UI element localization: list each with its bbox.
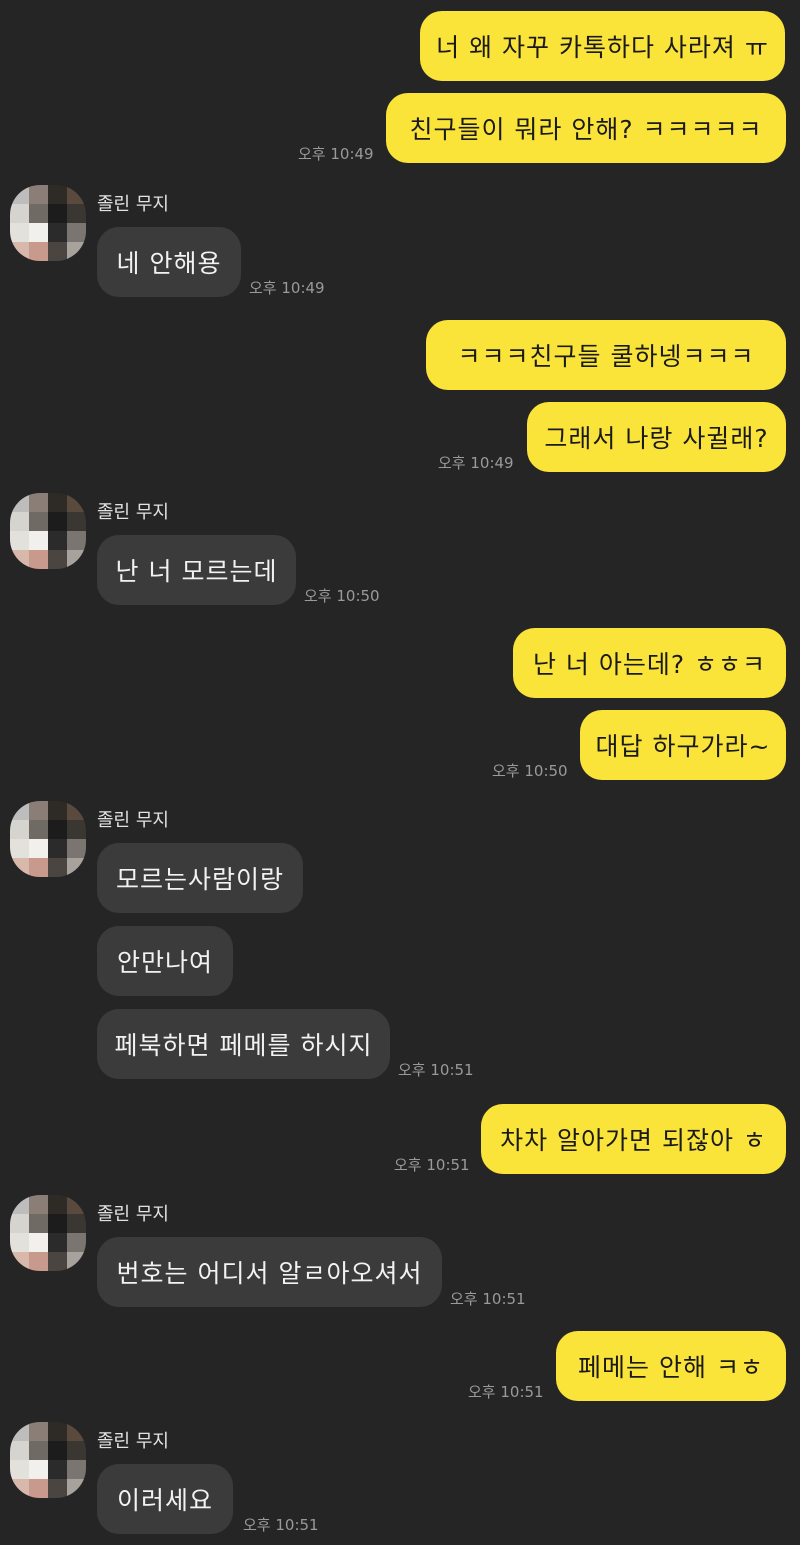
message-time: 오후 10:51 <box>394 1156 470 1174</box>
message-time: 오후 10:49 <box>298 145 374 163</box>
incoming-message: 네 안해용 <box>97 227 241 297</box>
avatar[interactable] <box>10 185 86 261</box>
message-time: 오후 10:51 <box>398 1061 474 1079</box>
incoming-message: 번호는 어디서 알ㄹ아오셔서 <box>97 1237 442 1307</box>
outgoing-message: ㅋㅋㅋ친구들 쿨하넹ㅋㅋㅋ <box>426 320 786 390</box>
outgoing-message: 그래서 나랑 사귈래? <box>527 402 786 472</box>
outgoing-message: 차차 알아가면 되잖아 ㅎ <box>481 1104 786 1174</box>
avatar[interactable] <box>10 1195 86 1271</box>
incoming-message: 이러세요 <box>97 1464 233 1534</box>
sender-name: 졸린 무지 <box>97 502 169 523</box>
sender-name: 졸린 무지 <box>97 1431 169 1452</box>
message-time: 오후 10:51 <box>468 1383 544 1401</box>
message-time: 오후 10:51 <box>243 1516 319 1534</box>
message-time: 오후 10:49 <box>438 454 514 472</box>
outgoing-message: 대답 하구가라~ <box>580 710 786 780</box>
message-time: 오후 10:50 <box>304 587 380 605</box>
incoming-message: 난 너 모르는데 <box>97 535 296 605</box>
message-time: 오후 10:49 <box>249 279 325 297</box>
avatar[interactable] <box>10 1422 86 1498</box>
sender-name: 졸린 무지 <box>97 194 169 215</box>
outgoing-message: 페메는 안해 ㅋㅎ <box>556 1331 786 1401</box>
incoming-message: 모르는사람이랑 <box>97 843 303 913</box>
avatar[interactable] <box>10 493 86 569</box>
message-time: 오후 10:51 <box>450 1290 526 1308</box>
message-time: 오후 10:50 <box>492 762 568 780</box>
outgoing-message: 너 왜 자꾸 카톡하다 사라져 ㅠ <box>420 11 785 81</box>
sender-name: 졸린 무지 <box>97 810 169 831</box>
avatar[interactable] <box>10 801 86 877</box>
outgoing-message: 난 너 아는데? ㅎㅎㅋ <box>513 628 786 698</box>
sender-name: 졸린 무지 <box>97 1204 169 1225</box>
incoming-message: 안만나여 <box>97 926 233 996</box>
incoming-message: 페북하면 페메를 하시지 <box>97 1009 390 1079</box>
outgoing-message: 친구들이 뭐라 안해? ㅋㅋㅋㅋㅋ <box>386 93 786 163</box>
